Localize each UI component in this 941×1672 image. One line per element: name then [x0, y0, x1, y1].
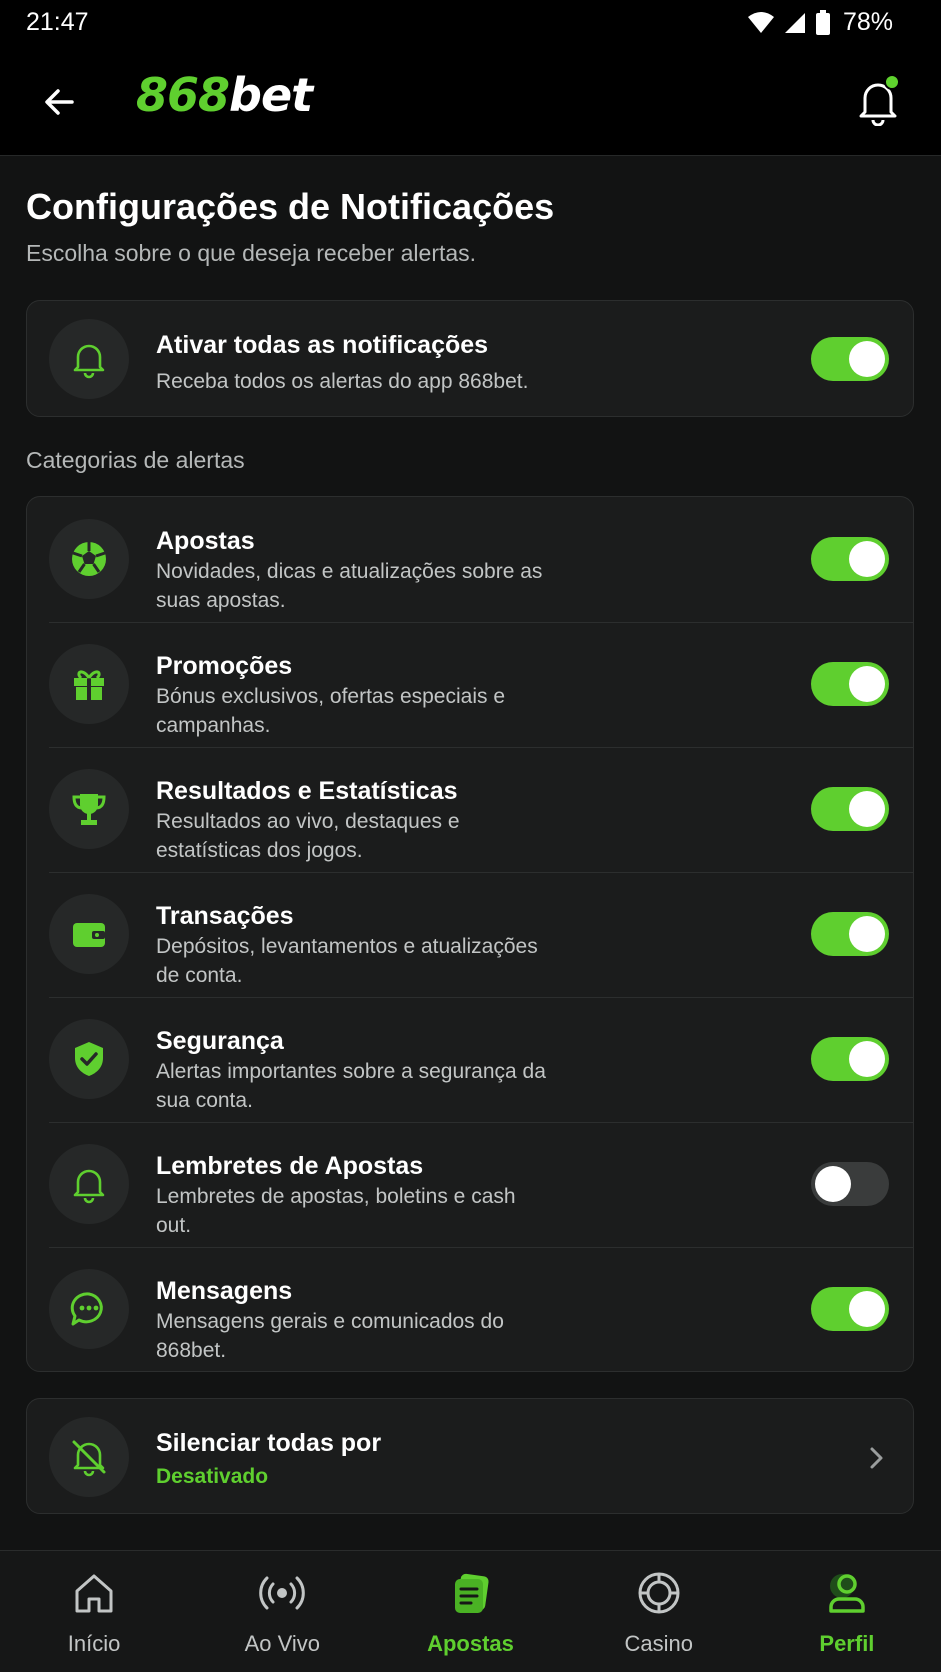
brand-logo: 868bet [136, 68, 313, 122]
category-title: Mensagens [156, 1277, 293, 1305]
soccer-ball-icon [49, 519, 129, 599]
category-desc: Resultados ao vivo, destaques e estatíst… [156, 810, 460, 862]
category-row-lembretes[interactable]: Lembretes de Apostas Lembretes de aposta… [27, 1122, 913, 1247]
category-toggle-promocoes[interactable] [811, 662, 889, 706]
page-subtitle: Escolha sobre o que deseja receber alert… [26, 240, 477, 266]
master-toggle-desc: Receba todos os alertas do app 868bet. [156, 370, 529, 393]
user-icon [829, 1574, 865, 1613]
signal-icon [784, 12, 805, 33]
nav-item-ao-vivo[interactable]: Ao Vivo [188, 1551, 376, 1672]
category-desc: Lembretes de apostas, boletins e cash ou… [156, 1185, 516, 1237]
category-row-seguranca[interactable]: Segurança Alertas importantes sobre a se… [27, 997, 913, 1122]
nav-label: Início [67, 1631, 121, 1656]
category-row-mensagens[interactable]: Mensagens Mensagens gerais e comunicados… [27, 1247, 913, 1372]
battery-icon [815, 9, 830, 35]
nav-item-perfil[interactable]: Perfil [753, 1551, 941, 1672]
wallet-icon [49, 894, 129, 974]
master-toggle-title: Ativar todas as notificações [156, 331, 489, 359]
category-row-resultados[interactable]: Resultados e Estatísticas Resultados ao … [27, 747, 913, 872]
category-toggle-transacoes[interactable] [811, 912, 889, 956]
live-icon [259, 1576, 306, 1610]
category-title: Segurança [156, 1027, 284, 1055]
trophy-icon [49, 769, 129, 849]
master-toggle-card: Ativar todas as notificações Receba todo… [26, 300, 914, 417]
status-time: 21:47 [26, 8, 89, 36]
gift-icon [49, 644, 129, 724]
category-title: Apostas [156, 527, 255, 555]
bell-icon [49, 1144, 129, 1224]
category-toggle-resultados[interactable] [811, 787, 889, 831]
category-toggle-mensagens[interactable] [811, 1287, 889, 1331]
category-title: Transações [156, 902, 294, 930]
nav-label: Ao Vivo [244, 1631, 321, 1656]
category-toggle-seguranca[interactable] [811, 1037, 889, 1081]
nav-label: Perfil [819, 1631, 875, 1656]
casino-chip-icon [638, 1572, 680, 1614]
nav-label: Casino [624, 1631, 693, 1656]
category-desc: Bónus exclusivos, ofertas especiais e ca… [156, 685, 506, 737]
app-bar: 868bet [0, 46, 941, 156]
nav-item-casino[interactable]: Casino [565, 1551, 753, 1672]
bell-off-icon [49, 1417, 129, 1497]
category-toggle-apostas[interactable] [811, 537, 889, 581]
mute-card[interactable]: Silenciar todas por Desativado [26, 1398, 914, 1514]
notification-dot [884, 74, 900, 90]
bet-slip-icon [454, 1573, 489, 1613]
category-row-promocoes[interactable]: Promoções Bónus exclusivos, ofertas espe… [27, 622, 913, 747]
categories-label: Categorias de alertas [26, 447, 245, 473]
categories-card: Apostas Novidades, dicas e atualizações … [26, 496, 914, 1372]
master-toggle-switch[interactable] [811, 337, 889, 381]
category-title: Resultados e Estatísticas [156, 777, 458, 805]
nav-item-inicio[interactable]: Início [0, 1551, 188, 1672]
wifi-icon [747, 11, 774, 33]
category-desc: Alertas importantes sobre a segurança da… [156, 1060, 546, 1112]
category-title: Promoções [156, 652, 293, 680]
shield-check-icon [49, 1019, 129, 1099]
status-bar: 21:47 78% [0, 0, 941, 46]
category-desc: Novidades, dicas e atualizações sobre as… [156, 560, 543, 612]
category-row-apostas[interactable]: Apostas Novidades, dicas e atualizações … [27, 497, 913, 622]
nav-label: Apostas [427, 1631, 514, 1656]
mute-title: Silenciar todas por [156, 1429, 382, 1457]
bottom-nav: Início Ao Vivo Apostas Casino Perfil [0, 1550, 941, 1672]
home-icon [75, 1574, 113, 1613]
mute-row[interactable]: Silenciar todas por Desativado [27, 1399, 913, 1515]
back-arrow-icon[interactable] [38, 80, 82, 124]
bell-icon [49, 319, 129, 399]
battery-percent: 78% [842, 8, 893, 36]
chat-icon [49, 1269, 129, 1349]
category-desc: Mensagens gerais e comunicados do 868bet… [156, 1310, 504, 1362]
nav-item-apostas[interactable]: Apostas [376, 1551, 564, 1672]
master-toggle-row[interactable]: Ativar todas as notificações Receba todo… [27, 301, 913, 418]
page-title: Configurações de Notificações [26, 186, 555, 227]
category-row-transacoes[interactable]: Transações Depósitos, levantamentos e at… [27, 872, 913, 997]
status-icons: 78% [747, 8, 893, 37]
category-title: Lembretes de Apostas [156, 1152, 424, 1180]
category-desc: Depósitos, levantamentos e atualizações … [156, 935, 538, 987]
chevron-right-icon [870, 1447, 883, 1469]
category-toggle-lembretes[interactable] [811, 1162, 889, 1206]
mute-value: Desativado [156, 1465, 269, 1488]
